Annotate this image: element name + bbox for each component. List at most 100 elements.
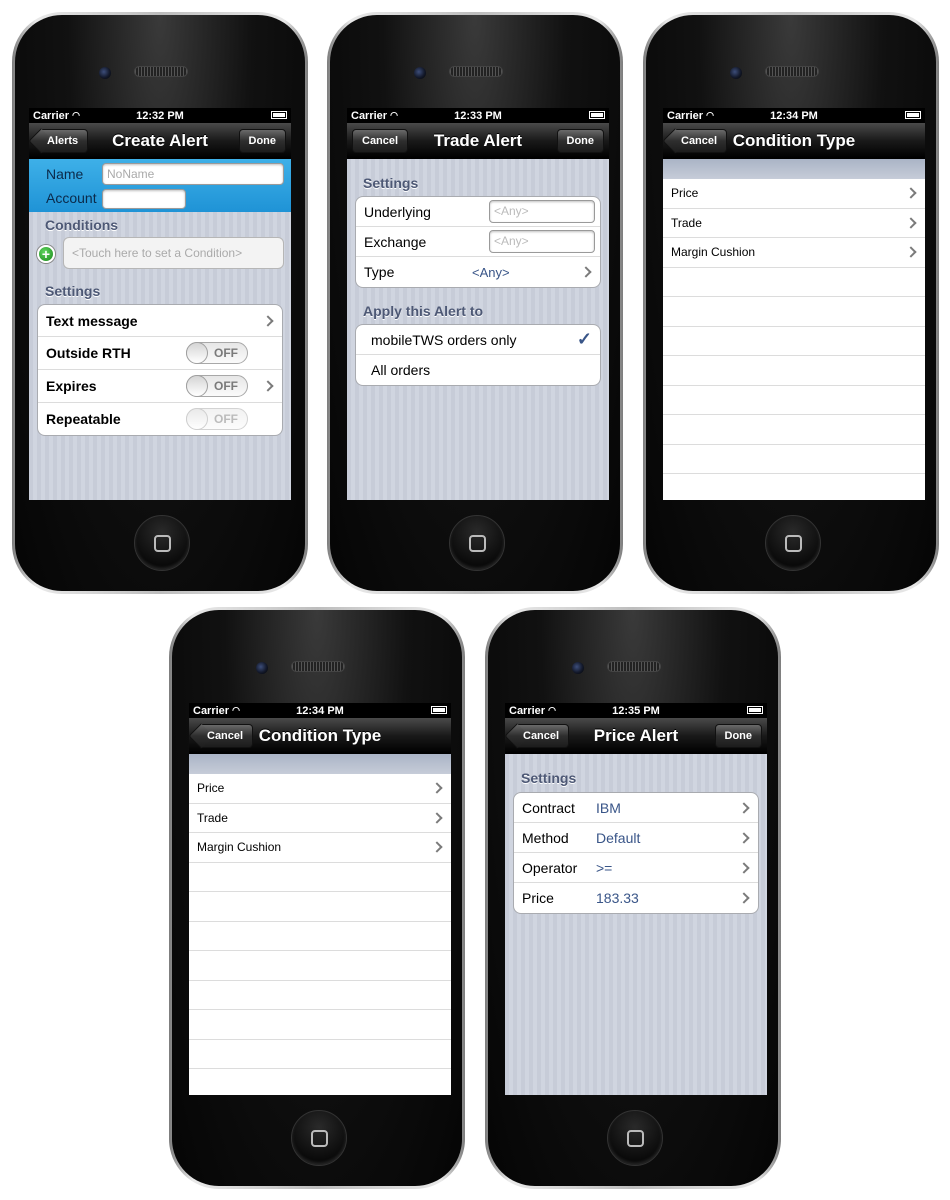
status-time: 12:33 PM (454, 109, 502, 122)
row-contract[interactable]: Contract IBM (514, 793, 758, 823)
list-item-empty (189, 1010, 451, 1040)
status-bar: Carrier ◠ 12:34 PM (189, 703, 451, 718)
chevron-right-icon (431, 812, 443, 824)
content: Price Trade Margin Cushion (189, 754, 451, 1095)
list-item-price[interactable]: Price (663, 179, 925, 209)
row-text-message[interactable]: Text message (38, 305, 282, 337)
apply-header: Apply this Alert to (363, 303, 484, 319)
list-item-empty (663, 445, 925, 474)
chevron-right-icon (262, 380, 274, 392)
row-label: Outside RTH (46, 345, 131, 361)
list-item-price[interactable]: Price (189, 774, 451, 804)
speaker (134, 66, 188, 77)
list-item-empty (189, 1069, 451, 1095)
row-label: Type (364, 264, 395, 280)
home-button[interactable] (765, 515, 821, 571)
expires-switch[interactable]: OFF (186, 375, 248, 397)
phone-body: Carrier ◠ 12:32 PM Alerts Create Alert Do… (15, 15, 305, 591)
page-title: Condition Type (258, 726, 382, 745)
switch-knob (186, 342, 208, 364)
list-item-empty (663, 297, 925, 327)
list-item-empty (663, 356, 925, 386)
home-button[interactable] (607, 1110, 663, 1166)
option-all-orders[interactable]: All orders (356, 355, 600, 385)
settings-header: Settings (363, 175, 419, 191)
row-price[interactable]: Price 183.33 (514, 883, 758, 913)
settings-header: Settings (521, 770, 577, 786)
list-header (663, 159, 925, 179)
speaker (449, 66, 503, 77)
battery-icon (589, 111, 605, 119)
row-outside-rth: Outside RTH OFF (38, 337, 282, 370)
apply-group: mobileTWS orders only ✓ All orders (355, 324, 601, 386)
home-button[interactable] (291, 1110, 347, 1166)
settings-header: Settings (45, 283, 101, 299)
list-item-trade[interactable]: Trade (189, 804, 451, 833)
camera (572, 662, 584, 674)
account-input[interactable] (102, 189, 186, 209)
list-item-empty (663, 474, 925, 500)
row-label: Text message (46, 312, 138, 329)
row-label: Repeatable (46, 411, 121, 427)
list-item-empty (663, 268, 925, 297)
list-item-empty (189, 922, 451, 951)
row-type[interactable]: Type <Any> (356, 257, 600, 287)
row-label: Exchange (364, 233, 427, 250)
done-button[interactable]: Done (556, 129, 604, 153)
row-label: Price (522, 890, 554, 906)
condition-type-list: Price Trade Margin Cushion (663, 179, 925, 500)
row-label: Underlying (364, 203, 431, 220)
name-input[interactable]: NoName (102, 163, 284, 185)
list-item-empty (189, 951, 451, 981)
add-condition-button[interactable]: + (37, 245, 55, 263)
status-time: 12:35 PM (612, 704, 660, 717)
phone-trade-alert: Carrier ◠ 12:33 PM Cancel Trade Alert Don… (327, 12, 623, 594)
underlying-input[interactable]: <Any> (489, 200, 595, 223)
done-button[interactable]: Done (238, 129, 286, 153)
home-button[interactable] (134, 515, 190, 571)
home-square-icon (311, 1130, 328, 1147)
status-time: 12:34 PM (296, 704, 344, 717)
condition-type-list: Price Trade Margin Cushion (189, 774, 451, 1095)
chevron-right-icon (738, 861, 750, 874)
list-header (189, 754, 451, 774)
list-item-margin-cushion[interactable]: Margin Cushion (663, 238, 925, 268)
exchange-input[interactable]: <Any> (489, 230, 595, 253)
list-item-empty (189, 863, 451, 892)
row-label: Expires (46, 378, 97, 394)
home-button[interactable] (449, 515, 505, 571)
list-item-empty (189, 981, 451, 1010)
checkmark-icon: ✓ (576, 329, 592, 349)
row-expires[interactable]: Expires OFF (38, 370, 282, 403)
row-label: Method (522, 829, 569, 846)
type-value: <Any> (472, 264, 510, 280)
navbar: Alerts Create Alert Done (29, 123, 291, 159)
done-button[interactable]: Done (714, 724, 762, 748)
list-item-margin-cushion[interactable]: Margin Cushion (189, 833, 451, 863)
row-value: Default (596, 829, 641, 846)
chevron-right-icon (580, 266, 592, 278)
camera (256, 662, 268, 674)
chevron-right-icon (431, 782, 443, 794)
list-item-empty (663, 327, 925, 356)
screen-trade-alert: Carrier ◠ 12:33 PM Cancel Trade Alert Don… (347, 108, 609, 500)
chevron-right-icon (738, 801, 750, 814)
navbar: Cancel Condition Type (189, 718, 451, 754)
option-mobiletws-orders[interactable]: mobileTWS orders only ✓ (356, 325, 600, 355)
repeatable-switch[interactable]: OFF (186, 408, 248, 430)
content: Price Trade Margin Cushion (663, 159, 925, 500)
row-underlying: Underlying <Any> (356, 197, 600, 227)
phone-condition-type-2: Carrier ◠ 12:34 PM Cancel Condition Type … (169, 607, 465, 1189)
chevron-right-icon (905, 246, 917, 258)
phone-create-alert: Carrier ◠ 12:32 PM Alerts Create Alert Do… (12, 12, 308, 594)
option-label: All orders (371, 362, 431, 378)
row-value: 183.33 (596, 890, 639, 906)
outside-rth-switch[interactable]: OFF (186, 342, 248, 364)
settings-group: Contract IBM Method Default Operator >= (513, 792, 759, 914)
list-item-trade[interactable]: Trade (663, 209, 925, 238)
row-method[interactable]: Method Default (514, 823, 758, 853)
status-bar: Carrier ◠ 12:35 PM (505, 703, 767, 718)
condition-field[interactable]: <Touch here to set a Condition> (63, 237, 284, 269)
list-item-empty (663, 386, 925, 415)
row-operator[interactable]: Operator >= (514, 853, 758, 883)
